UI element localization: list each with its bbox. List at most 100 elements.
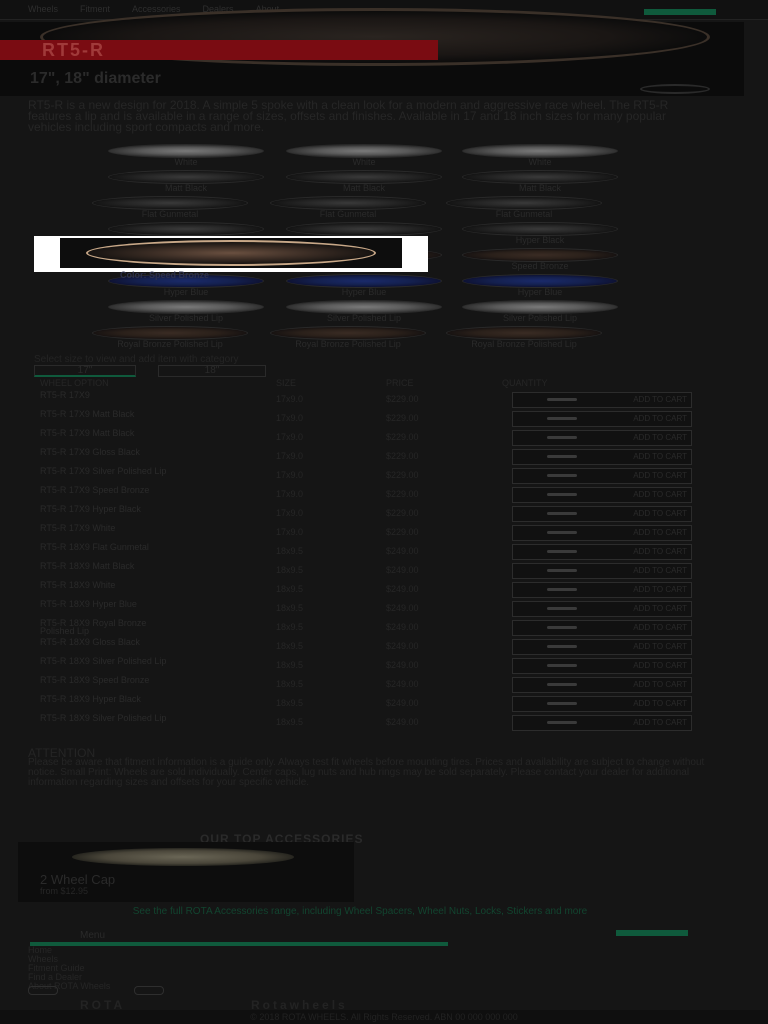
quantity-input[interactable] [547,512,577,515]
add-to-cart-button[interactable]: ADD TO CART [633,414,687,423]
add-to-cart-button[interactable]: ADD TO CART [633,395,687,404]
color-swatch[interactable]: Royal Bronze Polished Lip [92,326,248,349]
quantity-input[interactable] [547,645,577,648]
instagram-icon[interactable] [28,986,58,995]
add-to-cart-button[interactable]: ADD TO CART [633,528,687,537]
quantity-stepper[interactable]: ADD TO CART [512,620,692,636]
color-swatch[interactable]: Silver Polished Lip [108,300,264,323]
color-swatch[interactable]: Flat Gunmetal [92,196,248,219]
add-to-cart-button[interactable]: ADD TO CART [633,585,687,594]
nav-link[interactable]: Wheels [28,4,58,18]
quantity-stepper[interactable]: ADD TO CART [512,430,692,446]
quantity-input[interactable] [547,607,577,610]
color-swatch[interactable]: Matt Black [286,170,442,193]
quantity-input[interactable] [547,436,577,439]
quantity-input[interactable] [547,702,577,705]
quantity-input[interactable] [547,664,577,667]
quantity-input[interactable] [547,398,577,401]
quantity-input[interactable] [547,683,577,686]
add-to-cart-button[interactable]: ADD TO CART [633,452,687,461]
quantity-stepper[interactable]: ADD TO CART [512,658,692,674]
wheel-thumbnail [270,326,426,340]
quantity-stepper[interactable]: ADD TO CART [512,544,692,560]
accessory-name[interactable]: 2 Wheel Cap [40,872,115,887]
quantity-stepper[interactable]: ADD TO CART [512,392,692,408]
add-to-cart-button[interactable]: ADD TO CART [633,661,687,670]
add-to-cart-button[interactable]: ADD TO CART [633,680,687,689]
size-18-button[interactable]: 18" [158,365,266,377]
quantity-input[interactable] [547,721,577,724]
table-row: RT5-R 18X9 Silver Polished Lip 18x9.5 $249… [40,713,692,732]
quantity-input[interactable] [547,626,577,629]
quantity-input[interactable] [547,569,577,572]
add-to-cart-button[interactable]: ADD TO CART [633,509,687,518]
add-to-cart-button[interactable]: ADD TO CART [633,604,687,613]
accessories-link[interactable]: See the full ROTA Accessories range, inc… [40,906,680,917]
swatch-label: Hyper Blue [517,287,563,297]
quantity-stepper[interactable]: ADD TO CART [512,582,692,598]
color-swatch[interactable]: Silver Polished Lip [462,300,618,323]
add-to-cart-button[interactable]: ADD TO CART [633,566,687,575]
quantity-input[interactable] [547,417,577,420]
quantity-stepper[interactable]: ADD TO CART [512,696,692,712]
quantity-input[interactable] [547,493,577,496]
size-17-button[interactable]: 17" [34,365,136,377]
wheel-option-size: 18x9.5 [276,603,304,613]
wheel-option-size: 17x9.0 [276,432,304,442]
color-swatch[interactable]: Hyper Blue [286,274,442,297]
copyright: © 2018 ROTA WHEELS. All Rights Reserved.… [0,1010,768,1024]
quantity-input[interactable] [547,531,577,534]
quantity-stepper[interactable]: ADD TO CART [512,468,692,484]
quantity-stepper[interactable]: ADD TO CART [512,411,692,427]
quantity-stepper[interactable]: ADD TO CART [512,563,692,579]
color-swatch[interactable]: Matt Black [462,170,618,193]
add-to-cart-button[interactable]: ADD TO CART [633,642,687,651]
color-swatch[interactable]: Royal Bronze Polished Lip [446,326,602,349]
color-swatch[interactable]: Royal Bronze Polished Lip [270,326,426,349]
facebook-icon[interactable] [134,986,164,995]
quantity-stepper[interactable]: ADD TO CART [512,449,692,465]
table-row: RT5-R 17X9 Matt Black 17x9.0 $229.00 ADD TO… [40,409,692,428]
color-swatch[interactable]: Speed Bronze [462,248,618,271]
table-row: RT5-R 18X9 White 18x9.5 $249.00 ADD TO CART [40,580,692,599]
color-swatch[interactable]: Matt Black [108,170,264,193]
quantity-stepper[interactable]: ADD TO CART [512,487,692,503]
add-to-cart-button[interactable]: ADD TO CART [633,433,687,442]
color-swatch[interactable]: Flat Gunmetal [446,196,602,219]
add-to-cart-button[interactable]: ADD TO CART [633,490,687,499]
quantity-stepper[interactable]: ADD TO CART [512,639,692,655]
color-swatch[interactable]: Hyper Blue [462,274,618,297]
zoom-icon[interactable] [640,84,710,94]
quantity-input[interactable] [547,588,577,591]
nav-search-button[interactable] [644,9,716,15]
add-to-cart-button[interactable]: ADD TO CART [633,623,687,632]
quantity-stepper[interactable]: ADD TO CART [512,506,692,522]
quantity-stepper[interactable]: ADD TO CART [512,715,692,731]
color-swatch[interactable]: White [462,144,618,167]
quantity-input[interactable] [547,474,577,477]
quantity-stepper[interactable]: ADD TO CART [512,677,692,693]
wheel-option-name: RT5-R 17X9 Matt Black [40,409,135,419]
wheel-thumbnail [446,196,602,210]
add-to-cart-button[interactable]: ADD TO CART [633,471,687,480]
swatch-label: Flat Gunmetal [141,209,199,219]
color-swatch[interactable]: White [108,144,264,167]
quantity-input[interactable] [547,455,577,458]
column-header-quantity: QUANTITY [502,378,548,388]
quantity-input[interactable] [547,550,577,553]
wheel-option-name: RT5-R 18X9 Hyper Black [40,694,141,704]
wheel-option-size: 17x9.0 [276,527,304,537]
color-swatch[interactable]: Hyper Black [462,222,618,245]
swatch-label: Matt Black [164,183,207,193]
color-swatch[interactable]: Silver Polished Lip [286,300,442,323]
nav-link[interactable]: Fitment [80,4,110,18]
add-to-cart-button[interactable]: ADD TO CART [633,699,687,708]
table-row: RT5-R 18X9 Hyper Black 18x9.5 $249.00 ADD T… [40,694,692,713]
quantity-stepper[interactable]: ADD TO CART [512,601,692,617]
color-swatch[interactable]: Flat Gunmetal [270,196,426,219]
footer-subscribe-button[interactable] [616,930,688,936]
quantity-stepper[interactable]: ADD TO CART [512,525,692,541]
add-to-cart-button[interactable]: ADD TO CART [633,547,687,556]
add-to-cart-button[interactable]: ADD TO CART [633,718,687,727]
color-swatch[interactable]: White [286,144,442,167]
